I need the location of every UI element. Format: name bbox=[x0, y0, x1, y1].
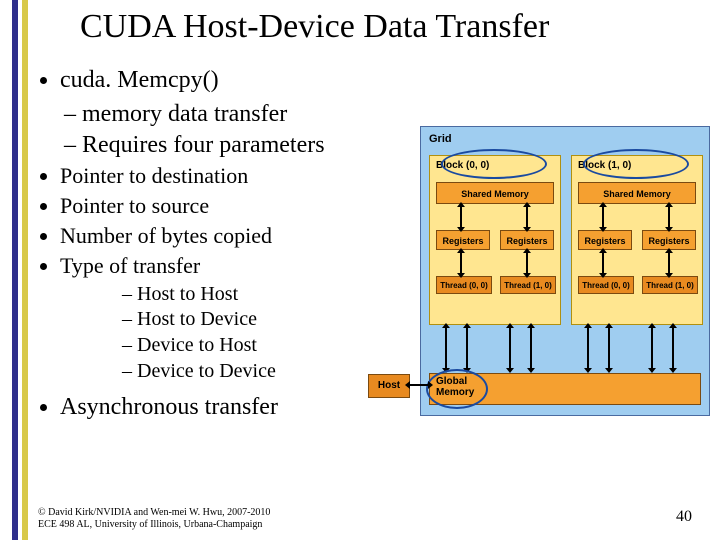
arrow-icon bbox=[509, 327, 511, 369]
arrow-icon bbox=[526, 206, 528, 228]
slide-body: cuda. Memcpy() – memory data transfer – … bbox=[38, 66, 418, 425]
cuda-memory-diagram: Grid Block (0, 0) Shared Memory Register… bbox=[420, 126, 710, 416]
copyright: © David Kirk/NVIDIA and Wen-mei W. Hwu, … bbox=[38, 507, 270, 530]
registers-1b: Registers bbox=[642, 230, 696, 250]
grid-box: Grid Block (0, 0) Shared Memory Register… bbox=[420, 126, 710, 416]
shared-memory-1: Shared Memory bbox=[578, 182, 696, 204]
arrow-icon bbox=[668, 252, 670, 274]
arrow-icon bbox=[526, 252, 528, 274]
arrow-icon bbox=[445, 327, 447, 369]
arrow-icon bbox=[602, 206, 604, 228]
arrow-icon bbox=[460, 252, 462, 274]
page-number: 40 bbox=[676, 508, 692, 526]
bullet-type: Type of transfer bbox=[60, 253, 418, 279]
registers-1a: Registers bbox=[578, 230, 632, 250]
slide-title: CUDA Host-Device Data Transfer bbox=[80, 8, 549, 46]
registers-0a: Registers bbox=[436, 230, 490, 250]
thread-1-0-a: Thread (1, 0) bbox=[500, 276, 556, 294]
shared-highlight-oval-0 bbox=[441, 149, 547, 179]
bullet-ptr-src: Pointer to source bbox=[60, 193, 418, 219]
host-global-arrow-icon bbox=[409, 384, 429, 386]
shared-memory-0: Shared Memory bbox=[436, 182, 554, 204]
thread-0-0-a: Thread (0, 0) bbox=[436, 276, 492, 294]
accent-stripe-blue bbox=[12, 0, 18, 540]
arrow-icon bbox=[672, 327, 674, 369]
registers-0b: Registers bbox=[500, 230, 554, 250]
bullet-h2d: – Host to Device bbox=[122, 308, 418, 332]
bullet-mem-transfer: – memory data transfer bbox=[64, 100, 418, 128]
bullet-h2h: – Host to Host bbox=[122, 283, 418, 307]
arrow-icon bbox=[530, 327, 532, 369]
arrow-icon bbox=[460, 206, 462, 228]
bullet-memcpy: cuda. Memcpy() bbox=[60, 66, 418, 94]
global-highlight-oval bbox=[426, 369, 488, 409]
thread-1-0-b: Thread (1, 0) bbox=[642, 276, 698, 294]
host-box: Host bbox=[368, 374, 410, 398]
arrow-icon bbox=[668, 206, 670, 228]
shared-highlight-oval-1 bbox=[583, 149, 689, 179]
arrow-icon bbox=[608, 327, 610, 369]
thread-0-0-b: Thread (0, 0) bbox=[578, 276, 634, 294]
accent-stripe-gold bbox=[22, 0, 28, 540]
arrow-icon bbox=[466, 327, 468, 369]
bullet-ptr-dest: Pointer to destination bbox=[60, 163, 418, 189]
block-1-0: Block (1, 0) Shared Memory Registers Reg… bbox=[571, 155, 703, 325]
arrow-icon bbox=[587, 327, 589, 369]
arrow-icon bbox=[602, 252, 604, 274]
bullet-d2h: – Device to Host bbox=[122, 334, 418, 358]
block-0-0: Block (0, 0) Shared Memory Registers Reg… bbox=[429, 155, 561, 325]
bullet-four-params: – Requires four parameters bbox=[64, 131, 418, 159]
bullet-async: Asynchronous transfer bbox=[60, 393, 418, 421]
arrow-icon bbox=[651, 327, 653, 369]
bullet-nbytes: Number of bytes copied bbox=[60, 223, 418, 249]
grid-label: Grid bbox=[429, 133, 452, 145]
